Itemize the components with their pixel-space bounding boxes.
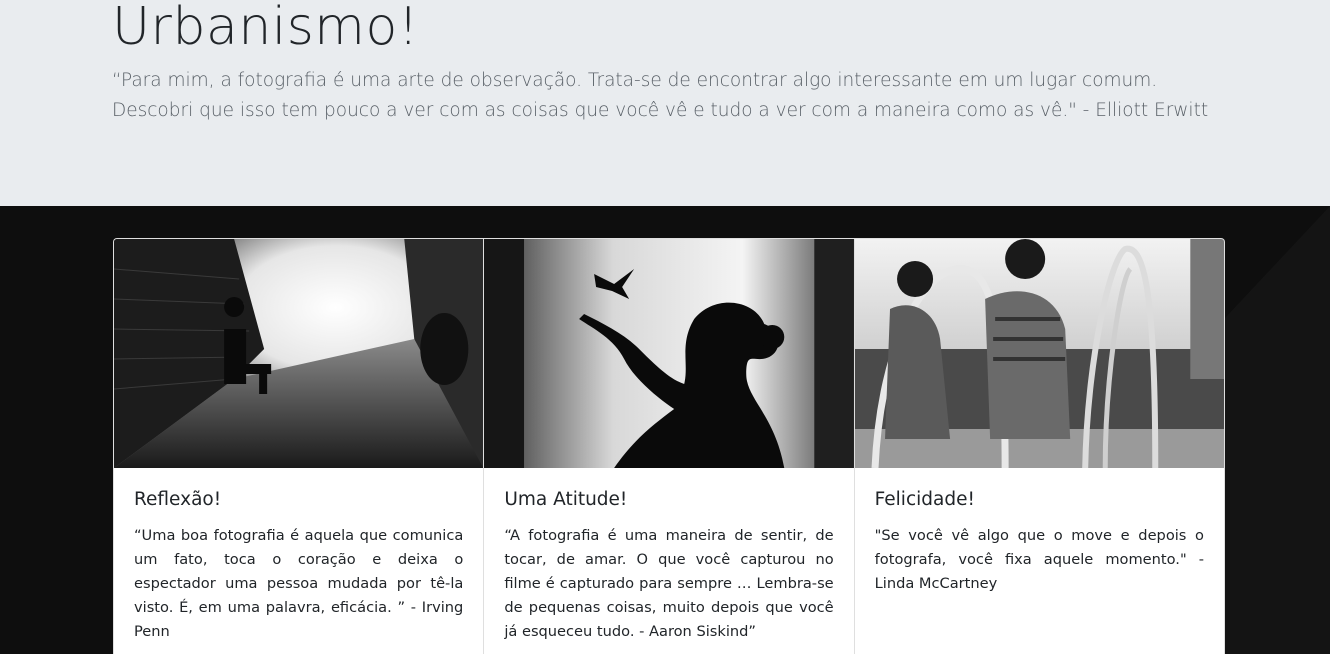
alley-photo xyxy=(114,239,484,468)
cards-section: Reflexão! “Uma boa fotografia é aquela q… xyxy=(0,206,1330,654)
card-title: Reflexão! xyxy=(134,489,222,510)
page-title: Urbanismo! xyxy=(112,0,420,57)
card-text: “Uma boa fotografia é aquela que comunic… xyxy=(134,527,464,640)
card-felicidade: Felicidade! "Se você vê algo que o move … xyxy=(854,239,1224,654)
card-reflexao: Reflexão! “Uma boa fotografia é aquela q… xyxy=(114,239,485,654)
jumbotron: Urbanismo! “Para mim, a fotografia é uma… xyxy=(0,0,1330,206)
card-text: “A fotografia é uma maneira de sentir, d… xyxy=(504,527,834,640)
children-playground-photo xyxy=(854,239,1224,468)
card-deck: Reflexão! “Uma boa fotografia é aquela q… xyxy=(113,238,1225,654)
card-title: Uma Atitude! xyxy=(504,489,628,510)
lead-quote: “Para mim, a fotografia é uma arte de ob… xyxy=(112,70,1209,121)
card-title: Felicidade! xyxy=(874,489,975,510)
card-atitude: Uma Atitude! “A fotografia é uma maneira… xyxy=(484,239,855,654)
silhouette-hummingbird-photo xyxy=(484,239,854,468)
card-text: "Se você vê algo que o move e depois o f… xyxy=(874,527,1204,592)
